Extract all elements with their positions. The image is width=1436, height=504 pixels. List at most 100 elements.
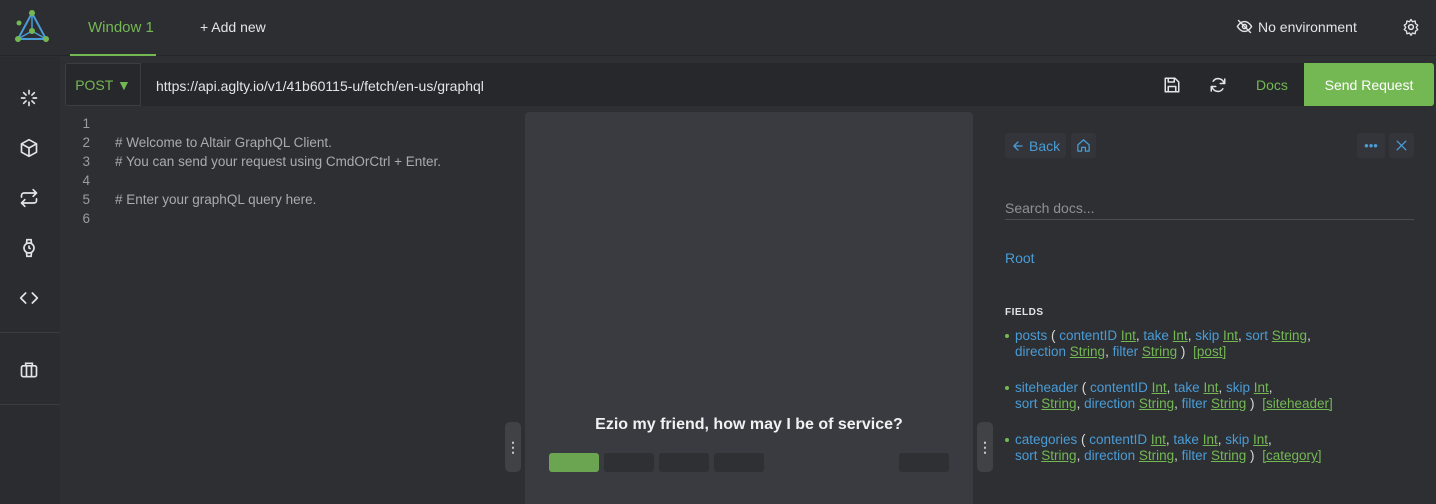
home-icon xyxy=(1077,139,1090,152)
arg-type-link[interactable]: Int xyxy=(1152,380,1167,395)
arg-name: sort xyxy=(1015,448,1038,463)
send-request-button[interactable]: Send Request xyxy=(1304,63,1434,106)
arg-name: take xyxy=(1173,432,1199,447)
arg-name: sort xyxy=(1015,396,1038,411)
arg-type-link[interactable]: Int xyxy=(1253,432,1268,447)
cube-icon[interactable] xyxy=(19,138,39,158)
line-code: # Welcome to Altair GraphQL Client. xyxy=(115,135,332,150)
top-bar: Window 1 + Add new No environment xyxy=(0,0,1436,56)
close-icon xyxy=(1396,140,1407,151)
loader-icon[interactable] xyxy=(19,88,39,108)
arg-type-link[interactable]: String xyxy=(1070,344,1105,359)
line-number: 3 xyxy=(82,154,90,169)
repeat-icon[interactable] xyxy=(19,188,39,208)
arg-type-link[interactable]: String xyxy=(1041,448,1076,463)
query-editor[interactable]: 1 2 # Welcome to Altair GraphQL Client. … xyxy=(70,116,510,496)
arg-name: direction xyxy=(1015,344,1067,359)
editor-line: 2 # Welcome to Altair GraphQL Client. xyxy=(70,135,510,154)
arg-name: direction xyxy=(1084,396,1136,411)
return-type-link[interactable]: [post] xyxy=(1193,344,1226,359)
arg-type-link[interactable]: Int xyxy=(1121,328,1136,343)
arg-type-link[interactable]: String xyxy=(1139,448,1174,463)
editor-line: 6 xyxy=(70,211,510,230)
refresh-icon[interactable] xyxy=(1209,76,1227,94)
docs-root-link[interactable]: Root xyxy=(1005,250,1035,266)
field-name-link[interactable]: categories xyxy=(1015,432,1077,447)
arg-name: filter xyxy=(1181,396,1208,411)
field-signature: categories ( contentID Int, take Int, sk… xyxy=(1015,432,1322,463)
line-code: # You can send your request using CmdOrC… xyxy=(115,154,442,169)
result-action-button[interactable] xyxy=(604,453,654,472)
arg-type-link[interactable]: Int xyxy=(1203,432,1218,447)
url-input[interactable]: https://api.aglty.io/v1/41b60115-u/fetch… xyxy=(156,78,484,94)
docs-more-button[interactable]: ••• xyxy=(1357,133,1385,158)
return-type-link[interactable]: [category] xyxy=(1262,448,1321,463)
tab-active-indicator xyxy=(70,54,156,56)
editor-resize-handle[interactable]: ⋮ xyxy=(505,422,521,472)
arg-type-link[interactable]: String xyxy=(1211,396,1246,411)
altair-logo-icon[interactable] xyxy=(14,9,50,45)
gear-icon[interactable] xyxy=(1402,18,1420,36)
docs-back-button[interactable]: Back xyxy=(1005,133,1066,158)
arg-name: filter xyxy=(1181,448,1208,463)
briefcase-icon[interactable] xyxy=(19,360,39,380)
field-bullet xyxy=(1005,438,1009,442)
field-bullet xyxy=(1005,386,1009,390)
result-action-button[interactable] xyxy=(899,453,949,472)
docs-home-button[interactable] xyxy=(1071,133,1096,158)
field-signature: posts ( contentID Int, take Int, skip In… xyxy=(1015,328,1311,359)
fields-heading: FIELDS xyxy=(1005,307,1044,318)
sidebar-divider xyxy=(0,404,60,405)
arg-type-link[interactable]: Int xyxy=(1254,380,1269,395)
editor-line: 1 xyxy=(70,116,510,135)
arg-type-link[interactable]: String xyxy=(1142,344,1177,359)
field-name-link[interactable]: siteheader xyxy=(1015,380,1078,395)
arg-name: contentID xyxy=(1089,432,1148,447)
arg-name: contentID xyxy=(1090,380,1148,395)
result-pane: Ezio my friend, how may I be of service? xyxy=(525,112,973,504)
line-number: 5 xyxy=(82,192,90,207)
arg-type-link[interactable]: Int xyxy=(1223,328,1238,343)
add-window-button[interactable]: + Add new xyxy=(200,19,266,35)
eye-off-icon xyxy=(1236,19,1253,34)
docs-close-button[interactable] xyxy=(1389,133,1414,158)
result-action-button[interactable] xyxy=(714,453,764,472)
arg-type-link[interactable]: String xyxy=(1041,396,1076,411)
tab-label: Window 1 xyxy=(88,19,154,36)
arg-type-link[interactable]: String xyxy=(1272,328,1307,343)
docs-resize-handle[interactable]: ⋮ xyxy=(977,422,993,472)
arg-name: direction xyxy=(1084,448,1136,463)
line-code: # Enter your graphQL query here. xyxy=(115,192,317,207)
result-action-button[interactable] xyxy=(549,453,599,472)
back-label: Back xyxy=(1029,137,1061,154)
arg-type-link[interactable]: String xyxy=(1139,396,1174,411)
arg-name: contentID xyxy=(1059,328,1118,343)
docs-toggle-button[interactable]: Docs xyxy=(1256,77,1288,93)
arg-name: take xyxy=(1174,380,1200,395)
field-signature: siteheader ( contentID Int, take Int, sk… xyxy=(1015,380,1333,411)
result-action-button[interactable] xyxy=(659,453,709,472)
method-selector[interactable]: POST ▼ xyxy=(65,63,141,106)
arg-type-link[interactable]: Int xyxy=(1151,432,1166,447)
arg-type-link[interactable]: String xyxy=(1211,448,1246,463)
tab-window-1[interactable]: Window 1 xyxy=(70,0,156,56)
arg-type-link[interactable]: Int xyxy=(1173,328,1188,343)
line-number: 6 xyxy=(82,211,90,226)
field-name-link[interactable]: posts xyxy=(1015,328,1047,343)
watch-icon[interactable] xyxy=(19,238,39,258)
arg-name: take xyxy=(1143,328,1169,343)
environment-selector[interactable]: No environment xyxy=(1236,18,1357,35)
return-type-link[interactable]: [siteheader] xyxy=(1262,396,1333,411)
editor-line: 4 xyxy=(70,173,510,192)
docs-search-input[interactable] xyxy=(1005,196,1414,220)
arg-name: sort xyxy=(1245,328,1269,343)
line-number: 2 xyxy=(82,135,90,150)
sidebar xyxy=(0,57,60,504)
code-icon[interactable] xyxy=(19,288,39,308)
arg-name: skip xyxy=(1195,328,1220,343)
save-icon[interactable] xyxy=(1163,76,1181,94)
arg-name: filter xyxy=(1112,344,1139,359)
editor-line: 5 # Enter your graphQL query here. xyxy=(70,192,510,211)
arg-type-link[interactable]: Int xyxy=(1203,380,1218,395)
field-bullet xyxy=(1005,334,1009,338)
